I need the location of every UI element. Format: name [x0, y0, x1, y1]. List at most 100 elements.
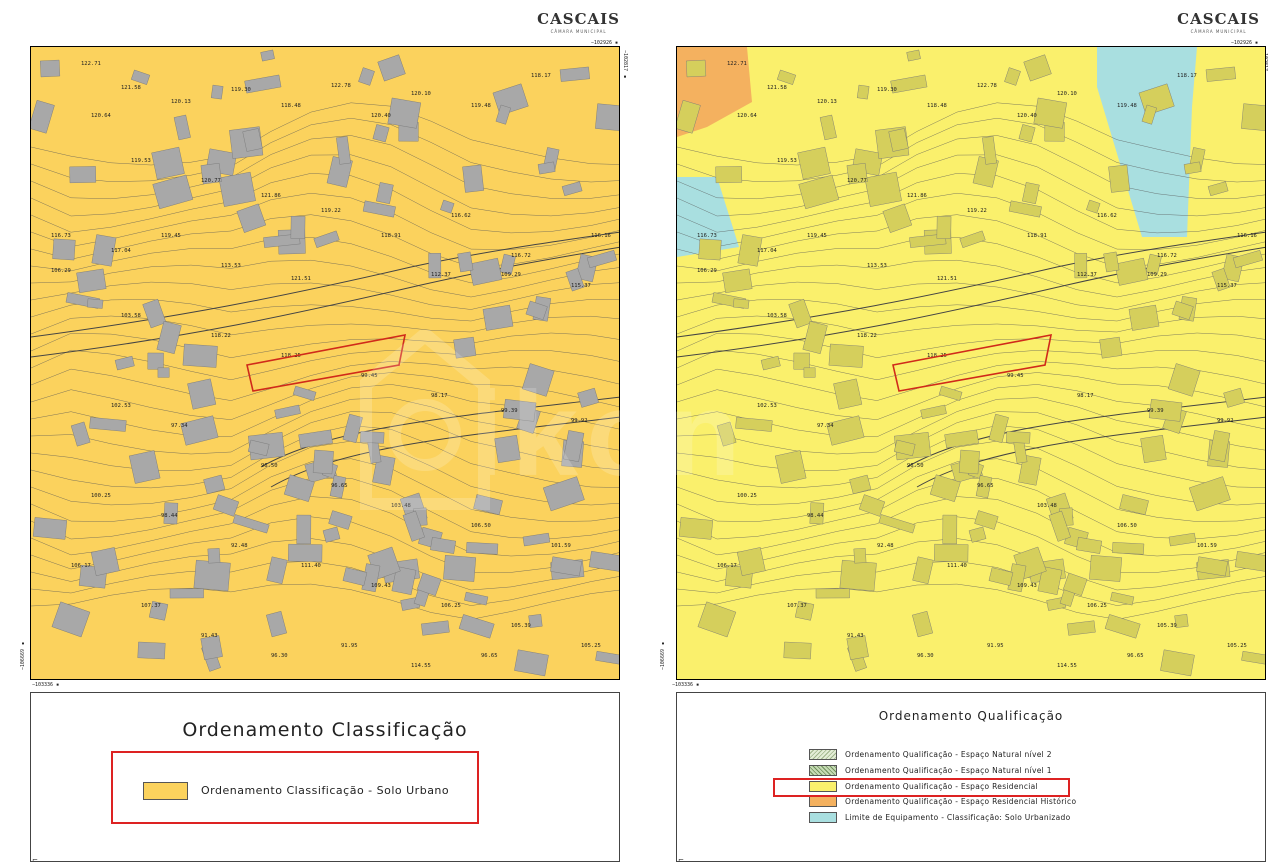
elevation-label: 98.44	[161, 513, 178, 519]
elevation-label: 121.58	[121, 85, 141, 91]
building	[698, 238, 722, 261]
elevation-label: 121.86	[907, 193, 927, 199]
building	[157, 367, 170, 378]
elevation-label: 120.64	[737, 113, 758, 119]
building	[1108, 164, 1130, 193]
building	[1006, 431, 1031, 444]
elevation-label: 99.92	[571, 418, 588, 424]
elevation-label: 118.17	[531, 73, 551, 79]
building	[1103, 251, 1120, 273]
building	[1241, 103, 1265, 132]
cascais-logo: CASCAIS CÂMARA MUNICIPAL	[1177, 10, 1260, 34]
building	[387, 97, 422, 129]
legend-row-equipamento: Limite de Equipamento - Classificação: S…	[809, 811, 1070, 823]
building	[494, 435, 521, 464]
elevation-label: 116.62	[1097, 213, 1117, 219]
building	[462, 164, 484, 193]
elevation-label: 122.78	[977, 83, 997, 89]
residencial-historico-swatch	[809, 795, 837, 807]
elevation-label: 107.37	[141, 603, 161, 609]
elevation-label: 119.48	[1117, 103, 1137, 109]
elevation-label: 103.48	[1037, 503, 1057, 509]
classification-legend: Ordenamento Classificação Ordenamento Cl…	[30, 692, 620, 862]
right-map-panel: CASCAIS CÂMARA MUNICIPAL −102926 ▪ −1028…	[640, 0, 1280, 865]
coord-right-label: −102817 ▪	[622, 50, 628, 81]
building	[828, 343, 864, 368]
corner-mark: ⌐	[678, 856, 684, 864]
coord-bottom-label: −103336 ▪	[32, 682, 60, 688]
elevation-label: 106.17	[717, 563, 737, 569]
building	[207, 548, 221, 564]
elevation-label: 113.53	[867, 263, 887, 269]
elevation-label: 100.25	[737, 493, 757, 499]
elevation-label: 122.78	[331, 83, 351, 89]
building	[815, 588, 850, 599]
legend-title: Ordenamento Classificação	[182, 719, 468, 741]
elevation-label: 103.48	[391, 503, 411, 509]
equipamento-swatch	[809, 811, 837, 823]
elevation-label: 121.86	[261, 193, 281, 199]
elevation-label: 116.16	[1237, 233, 1257, 239]
elevation-label: 119.22	[321, 208, 341, 214]
elevation-label: 118.91	[381, 233, 401, 239]
elevation-label: 109.43	[1017, 583, 1037, 589]
building	[958, 449, 980, 475]
elevation-label: 97.34	[171, 423, 188, 429]
elevation-label: 99.92	[1217, 418, 1234, 424]
qualification-map: 122.71 121.58 120.64 120.13 119.30 118.48 122.…	[676, 46, 1266, 680]
elevation-label: 109.29	[501, 272, 521, 278]
elevation-label: 122.71	[81, 61, 101, 67]
building	[797, 146, 831, 180]
elevation-label: 118.17	[1177, 73, 1197, 79]
elevation-label: 96.50	[261, 463, 278, 469]
elevation-label: 119.53	[131, 158, 151, 164]
elevation-label: 115.37	[571, 283, 591, 289]
legend-row-natural-1: Ordenamento Qualificação - Espaço Natura…	[809, 764, 1052, 776]
building	[1089, 554, 1123, 582]
building	[715, 166, 743, 184]
elevation-label: 106.50	[471, 523, 491, 529]
elevation-label: 107.37	[787, 603, 807, 609]
elevation-label: 118.91	[1027, 233, 1047, 239]
elevation-label: 113.53	[221, 263, 241, 269]
elevation-label: 92.48	[231, 543, 248, 549]
elevation-label: 92.48	[877, 543, 894, 549]
building	[595, 103, 619, 132]
building	[169, 588, 204, 599]
building	[1140, 435, 1167, 464]
elevation-label: 103.58	[767, 313, 787, 319]
building	[736, 547, 766, 576]
building	[722, 268, 753, 293]
building	[40, 59, 61, 78]
elevation-label: 96.65	[481, 653, 498, 659]
elevation-label: 112.37	[431, 272, 451, 278]
building	[678, 517, 714, 540]
building	[783, 641, 812, 660]
building	[76, 268, 107, 293]
elevation-label: 120.77	[847, 178, 867, 184]
elevation-label: 105.25	[581, 643, 601, 649]
elevation-label: 111.40	[301, 563, 321, 569]
elevation-label: 119.45	[807, 233, 827, 239]
elevation-label: 98.17	[1077, 393, 1094, 399]
elevation-label: 91.43	[201, 633, 218, 639]
building	[934, 543, 969, 562]
elevation-label: 119.53	[777, 158, 797, 164]
elevation-label: 96.65	[1127, 653, 1144, 659]
elevation-label: 106.50	[1117, 523, 1137, 529]
elevation-label: 99.45	[1007, 373, 1024, 379]
elevation-label: 96.65	[977, 483, 994, 489]
elevation-label: 106.29	[697, 268, 717, 274]
elevation-label: 102.53	[757, 403, 777, 409]
cascais-logo: CASCAIS CÂMARA MUNICIPAL	[537, 10, 620, 34]
building	[482, 304, 514, 331]
elevation-label: 114.55	[1057, 663, 1077, 669]
building	[1128, 304, 1160, 331]
building	[147, 352, 164, 370]
elevation-label: 106.29	[51, 268, 71, 274]
elevation-label: 116.16	[591, 233, 611, 239]
elevation-label: 118.22	[211, 333, 231, 339]
building	[137, 641, 166, 660]
elevation-label: 98.17	[431, 393, 448, 399]
building	[864, 171, 902, 207]
